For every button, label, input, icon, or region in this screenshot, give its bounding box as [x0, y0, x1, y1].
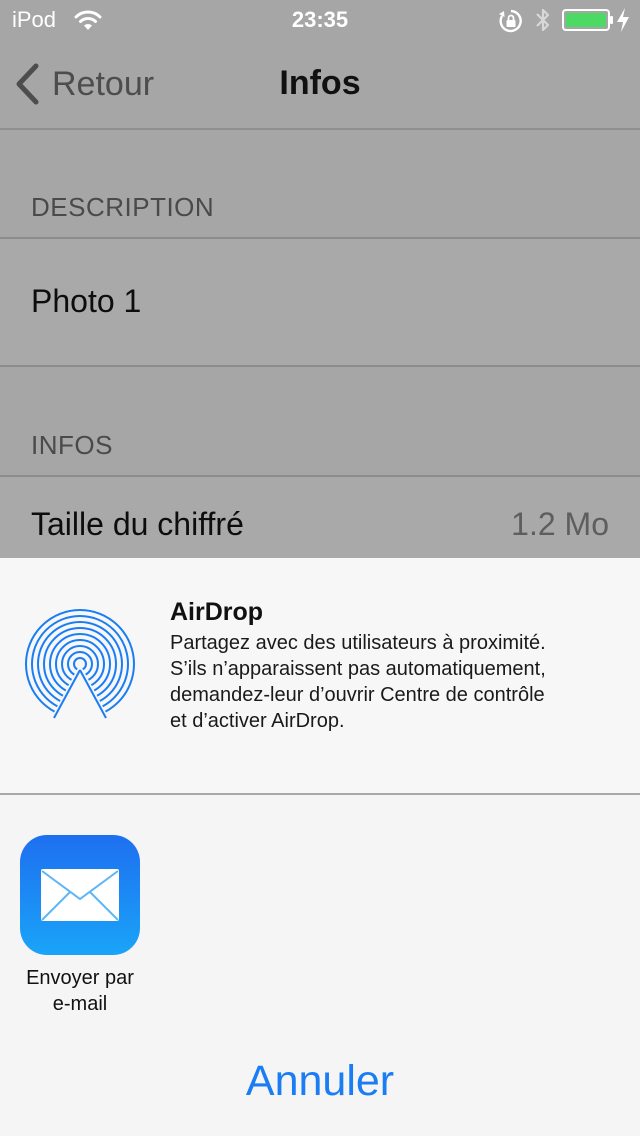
- cancel-button[interactable]: Annuler: [0, 1046, 640, 1116]
- charging-icon: [617, 8, 629, 32]
- airdrop-description-line: Partagez avec des utilisateurs à proximi…: [170, 632, 546, 654]
- description-value: Photo 1: [31, 283, 142, 319]
- mail-share-label: Envoyer par e-mail: [12, 965, 148, 1017]
- divider: [0, 365, 640, 367]
- activities-section: Envoyer par e-mail Annuler: [0, 795, 640, 1136]
- screen: iPod 23:35 Retour Infos DESCRIPTION Phot…: [0, 0, 640, 1136]
- airdrop-description: Partagez avec des utilisateurs à proximi…: [170, 630, 610, 734]
- airdrop-description-line: S’ils n’apparaissent pas automatiquement…: [170, 658, 546, 680]
- mail-icon: [20, 835, 140, 955]
- status-bar: iPod 23:35: [0, 0, 640, 40]
- mail-share-button[interactable]: Envoyer par e-mail: [12, 835, 148, 1017]
- page-title: Infos: [279, 64, 361, 102]
- bluetooth-icon: [536, 8, 550, 32]
- section-header-description: DESCRIPTION: [31, 192, 215, 222]
- share-sheet: AirDrop Partagez avec des utilisateurs à…: [0, 558, 640, 1136]
- description-cell[interactable]: Photo 1: [0, 239, 640, 365]
- info-row: Taille du chiffré 1.2 Mo: [0, 477, 640, 559]
- battery-fill: [566, 13, 606, 27]
- airdrop-description-line: demandez-leur d’ouvrir Centre de contrôl…: [170, 684, 545, 706]
- info-row-label: Taille du chiffré: [31, 506, 244, 542]
- navigation-bar: Retour Infos: [0, 40, 640, 130]
- battery-icon: [562, 9, 613, 31]
- airdrop-description-line: et d’activer AirDrop.: [170, 710, 345, 732]
- airdrop-title: AirDrop: [170, 598, 264, 626]
- mail-share-label-line: e-mail: [52, 993, 108, 1015]
- info-row-value: 1.2 Mo: [511, 506, 609, 542]
- airdrop-section[interactable]: AirDrop Partagez avec des utilisateurs à…: [0, 558, 640, 794]
- section-header-infos: INFOS: [31, 430, 113, 460]
- mail-share-label-line: Envoyer par: [26, 967, 134, 989]
- airdrop-icon: [25, 609, 135, 719]
- rotation-lock-icon: [499, 9, 522, 33]
